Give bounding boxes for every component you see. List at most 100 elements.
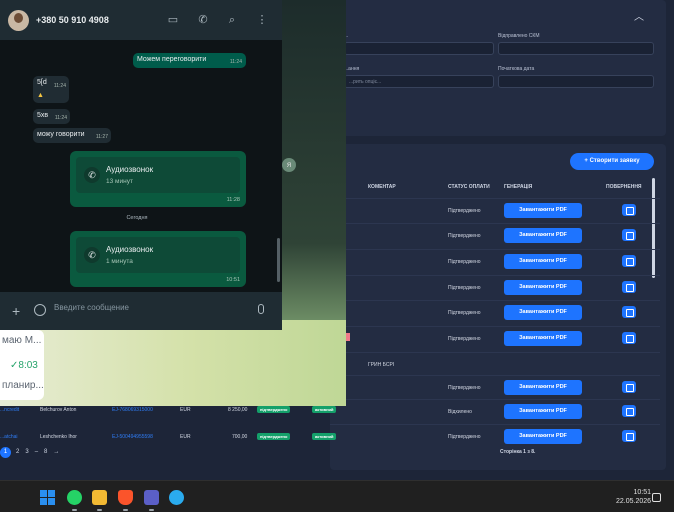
- return-icon[interactable]: [622, 381, 636, 393]
- return-icon[interactable]: [622, 430, 636, 442]
- message-time: 11:27: [95, 134, 108, 140]
- notification-icon[interactable]: [652, 493, 661, 502]
- chat-preview-card[interactable]: маю М... ✓8:03 планир...: [0, 330, 44, 400]
- payment-status: Відхилено: [448, 409, 472, 415]
- table-row: Підтверджено Завантажити PDF: [330, 275, 660, 299]
- call-duration: 13 минут: [106, 178, 133, 185]
- payment-status: Підтверджено: [448, 233, 481, 239]
- filter-input[interactable]: [344, 42, 494, 55]
- clock-time: 10:51: [633, 489, 652, 496]
- create-request-button[interactable]: + Створити заявку: [570, 153, 654, 170]
- client-link[interactable]: ...atchai: [0, 434, 18, 440]
- whatsapp-window: +380 50 910 4908 ▭ ✆ ⌕ ⋮ Можем переговор…: [0, 0, 282, 330]
- page-1-button[interactable]: 1: [0, 447, 11, 458]
- status-badge: активний: [312, 406, 337, 413]
- table-row: ...ncredit Belchurov Anton EJ-7680693150…: [0, 406, 337, 427]
- order-id-link[interactable]: EJ-768069315000: [112, 407, 153, 413]
- table-row: Підтверджено Завантажити PDF: [330, 300, 660, 324]
- call-card-body: ✆ Аудиозвонок 13 минут: [76, 157, 240, 193]
- field-label: Початкова дата: [498, 66, 535, 72]
- incoming-call-icon: ✆: [84, 247, 100, 263]
- download-pdf-button[interactable]: Завантажити PDF: [504, 254, 582, 269]
- field-label: ...ання: [344, 66, 360, 72]
- start-date-input[interactable]: [498, 75, 654, 88]
- order-id-link[interactable]: EJ-500494955598: [112, 434, 153, 440]
- download-pdf-button[interactable]: Завантажити PDF: [504, 331, 582, 346]
- message-time: 11:24: [54, 115, 67, 121]
- compose-bar: + Введите сообщение: [0, 292, 282, 330]
- option-select[interactable]: ...рить опціє...: [344, 75, 494, 88]
- return-icon[interactable]: [622, 405, 636, 417]
- page-info: Сторінка 1 з 8.: [500, 449, 536, 455]
- return-icon[interactable]: [622, 204, 636, 216]
- call-message[interactable]: ✆ Аудиозвонок 1 минута 10:51: [70, 231, 246, 287]
- status-badge: підтверджено: [257, 406, 291, 413]
- brave-browser-icon[interactable]: [118, 490, 133, 505]
- teams-icon[interactable]: [144, 490, 159, 505]
- currency: EUR: [180, 434, 191, 440]
- return-icon[interactable]: [622, 332, 636, 344]
- return-icon[interactable]: [622, 229, 636, 241]
- avatar[interactable]: [8, 10, 29, 31]
- download-pdf-button[interactable]: Завантажити PDF: [504, 404, 582, 419]
- call-duration: 1 минута: [106, 258, 133, 265]
- page-8-button[interactable]: 8: [44, 449, 47, 455]
- download-pdf-button[interactable]: Завантажити PDF: [504, 305, 582, 320]
- download-pdf-button[interactable]: Завантажити PDF: [504, 429, 582, 444]
- preview-text: маю М...: [2, 335, 42, 346]
- windows-start-icon[interactable]: [40, 490, 55, 505]
- chat-header: +380 50 910 4908 ▭ ✆ ⌕ ⋮: [0, 0, 282, 40]
- message-out: Можем переговорити 11:24: [133, 53, 246, 68]
- message-text: Можем переговорити: [137, 56, 207, 63]
- download-pdf-button[interactable]: Завантажити PDF: [504, 203, 582, 218]
- chat-scrollbar[interactable]: [277, 238, 280, 282]
- call-message[interactable]: ✆ Аудиозвонок 13 минут 11:28: [70, 151, 246, 207]
- sticker-icon[interactable]: [34, 304, 46, 316]
- preview-text: планир...: [2, 380, 44, 391]
- payment-status: Підтверджено: [448, 208, 481, 214]
- call-time: 11:28: [226, 197, 240, 203]
- call-title: Аудиозвонок: [106, 245, 154, 254]
- message-text: 5хв: [37, 112, 49, 119]
- menu-dots-icon[interactable]: ⋮: [256, 14, 268, 26]
- telegram-icon[interactable]: [169, 490, 184, 505]
- day-separator: Сегодня: [126, 215, 148, 221]
- search-icon[interactable]: ⌕: [226, 14, 238, 26]
- video-call-icon[interactable]: ▭: [167, 14, 179, 26]
- next-page-button[interactable]: →: [53, 449, 59, 455]
- phone-icon[interactable]: ✆: [197, 14, 209, 26]
- status-indicator: [346, 333, 350, 341]
- call-time: 10:51: [226, 277, 240, 283]
- attach-plus-icon[interactable]: +: [12, 304, 20, 318]
- return-icon[interactable]: [622, 281, 636, 293]
- file-explorer-icon[interactable]: [92, 490, 107, 505]
- microphone-icon[interactable]: [258, 304, 264, 314]
- table-row: Підтверджено Завантажити PDF: [330, 424, 660, 448]
- table-row: Підтверджено Завантажити PDF: [330, 198, 660, 222]
- return-icon[interactable]: [622, 255, 636, 267]
- column-header: СТАТУС ОПЛАТИ: [448, 184, 490, 190]
- download-pdf-button[interactable]: Завантажити PDF: [504, 380, 582, 395]
- page-3-button[interactable]: 3: [25, 449, 28, 455]
- whatsapp-icon[interactable]: [67, 490, 82, 505]
- download-pdf-button[interactable]: Завантажити PDF: [504, 228, 582, 243]
- taskbar: [0, 480, 674, 512]
- return-icon[interactable]: [622, 306, 636, 318]
- field-label: Відправлено СКМ: [498, 33, 540, 39]
- running-indicator: [97, 509, 102, 511]
- client-link[interactable]: ...ncredit: [0, 407, 19, 413]
- message-text: можу говорити: [37, 131, 85, 138]
- table-row: Відхилено Завантажити PDF: [330, 399, 660, 423]
- contact-phone[interactable]: +380 50 910 4908: [36, 15, 109, 25]
- message-input[interactable]: Введите сообщение: [54, 303, 129, 312]
- message-text: 5[d: [37, 79, 47, 86]
- pagination: 1 2 3–8 →: [0, 447, 65, 458]
- payment-status: Підтверджено: [448, 285, 481, 291]
- chevron-up-icon[interactable]: ︿: [634, 8, 644, 23]
- page-2-button[interactable]: 2: [16, 449, 19, 455]
- sent-skm-input[interactable]: [498, 42, 654, 55]
- download-pdf-button[interactable]: Завантажити PDF: [504, 280, 582, 295]
- whatsapp-wallpaper: [0, 320, 346, 406]
- running-indicator: [149, 509, 154, 511]
- clock[interactable]: 10:51 22.05.2026: [616, 488, 651, 506]
